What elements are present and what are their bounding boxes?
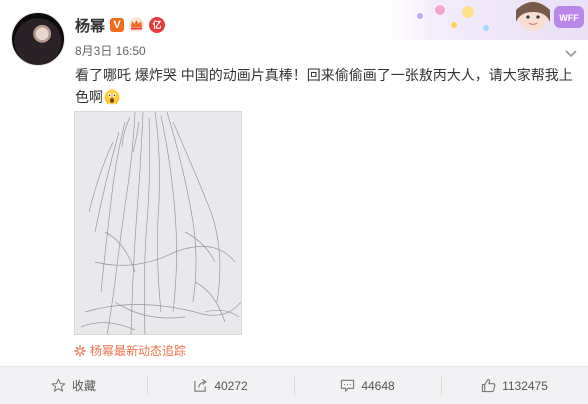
star-icon (51, 378, 66, 392)
svg-text:WFF: WFF (559, 13, 579, 23)
level-badge-icon[interactable]: 亿 (149, 17, 165, 33)
sparkle-icon (74, 344, 86, 357)
like-count: 1132475 (502, 378, 548, 393)
post-time[interactable]: 8月3日 16:50 (75, 42, 146, 59)
comment-icon (341, 379, 355, 392)
follow-link-label: 杨幂最新动态追踪 (90, 344, 187, 358)
follow-tracking-link[interactable]: 杨幂最新动态追踪 (74, 342, 186, 359)
repost-button[interactable]: 40272 (147, 367, 294, 404)
crown-icon[interactable] (128, 16, 145, 32)
chevron-down-icon[interactable] (565, 49, 577, 59)
author-name[interactable]: 杨幂 (75, 15, 105, 36)
scared-face-emoji-icon (104, 89, 120, 105)
post-content: 看了哪吒 爆炸哭 中国的动画片真棒！回来偷偷画了一张敖丙大人，请大家帮我上色啊 (75, 64, 575, 108)
like-button[interactable]: 1132475 (441, 367, 588, 404)
profile-banner-decoration: WFF (388, 0, 588, 40)
avatar[interactable] (11, 12, 65, 66)
favorite-button[interactable]: 收藏 (0, 367, 147, 404)
repost-count: 40272 (214, 378, 248, 393)
post-text: 看了哪吒 爆炸哭 中国的动画片真棒！回来偷偷画了一张敖丙大人，请大家帮我上色啊 (75, 67, 573, 105)
comment-button[interactable]: 44648 (294, 367, 441, 404)
favorite-label: 收藏 (71, 379, 96, 393)
verified-badge-icon[interactable]: V (110, 18, 124, 32)
weibo-post: 杨幂 V 亿 WFF 8月3日 16:50 看了哪吒 爆炸哭 中国的动画片真棒！… (0, 0, 588, 404)
thumbs-up-icon (481, 378, 496, 393)
comment-count: 44648 (361, 378, 395, 393)
sketch-image[interactable] (74, 111, 242, 335)
share-icon (194, 378, 207, 392)
action-bar: 收藏 40272 44648 1132475 (0, 366, 588, 404)
pencil-sketch-drawing (75, 112, 241, 334)
